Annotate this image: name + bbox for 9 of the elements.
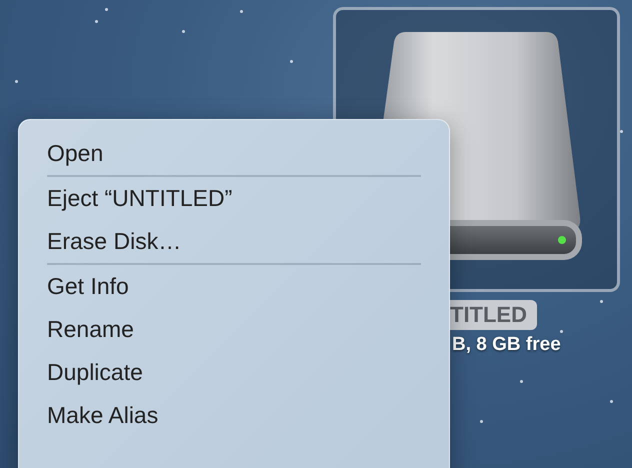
menu-item[interactable]: Erase Disk… [47,220,421,263]
menu-item[interactable]: Open [47,132,421,175]
drive-name-label: TITLED [450,300,537,330]
menu-item[interactable]: Rename [47,308,421,351]
menu-item[interactable]: Make Alias [47,394,421,437]
menu-item[interactable]: Duplicate [47,351,421,394]
menu-item[interactable]: Get Info [47,265,421,308]
menu-item[interactable]: Eject “UNTITLED” [47,177,421,220]
drive-capacity-text: B, 8 GB free [452,334,561,356]
